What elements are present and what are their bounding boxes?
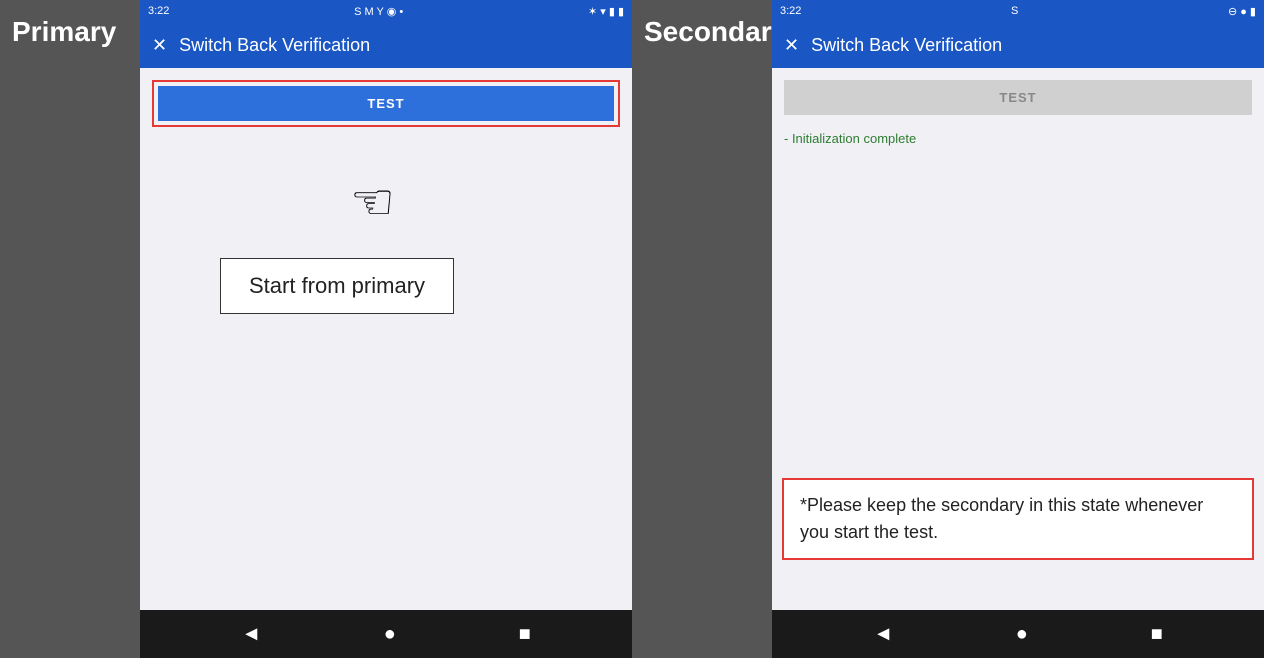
primary-status-icons-right: ✶ ▾ ▮ ▮ — [588, 5, 624, 18]
primary-content-area: TEST ☞ Start from primary — [140, 68, 632, 610]
primary-nav-back-icon[interactable]: ◄ — [241, 623, 261, 646]
primary-nav-home-icon[interactable]: ● — [384, 623, 396, 646]
primary-nav-recent-icon[interactable]: ■ — [519, 623, 531, 646]
secondary-note-box: *Please keep the secondary in this state… — [782, 478, 1254, 560]
secondary-status-icons-left: S — [1011, 5, 1018, 17]
left-panel: Primary 3:22 S M Y ◉ • ✶ ▾ ▮ ▮ ✕ Switch … — [0, 0, 632, 658]
secondary-content-area: TEST - Initialization complete *Please k… — [772, 68, 1264, 610]
secondary-close-button[interactable]: ✕ — [784, 35, 799, 56]
secondary-status-icons-right: ⊖ ● ▮ — [1228, 5, 1256, 18]
primary-nav-bar: ◄ ● ■ — [140, 610, 632, 658]
primary-app-header: ✕ Switch Back Verification — [140, 22, 632, 68]
secondary-status-time: 3:22 — [780, 5, 801, 17]
secondary-nav-back-icon[interactable]: ◄ — [873, 623, 893, 646]
init-complete-message: - Initialization complete — [784, 131, 1252, 146]
primary-status-icons-left: S M Y ◉ • — [354, 5, 403, 18]
right-panel: Secondary 3:22 S ⊖ ● ▮ ✕ Switch Back Ver… — [632, 0, 1264, 658]
secondary-label: Secondary — [644, 16, 787, 48]
start-from-primary-box: Start from primary — [220, 258, 454, 314]
secondary-nav-home-icon[interactable]: ● — [1016, 623, 1028, 646]
primary-test-button[interactable]: TEST — [158, 86, 614, 121]
primary-close-button[interactable]: ✕ — [152, 35, 167, 56]
secondary-test-button: TEST — [784, 80, 1252, 115]
secondary-nav-recent-icon[interactable]: ■ — [1151, 623, 1163, 646]
secondary-phone-frame: 3:22 S ⊖ ● ▮ ✕ Switch Back Verification … — [772, 0, 1264, 658]
secondary-nav-bar: ◄ ● ■ — [772, 610, 1264, 658]
primary-phone-frame: 3:22 S M Y ◉ • ✶ ▾ ▮ ▮ ✕ Switch Back Ver… — [140, 0, 632, 658]
secondary-app-header: ✕ Switch Back Verification — [772, 22, 1264, 68]
primary-label: Primary — [12, 16, 116, 48]
primary-status-time: 3:22 — [148, 5, 169, 17]
secondary-label-area: Secondary — [632, 0, 772, 658]
secondary-header-title: Switch Back Verification — [811, 35, 1002, 56]
cursor-hand-icon: ☞ — [350, 173, 395, 231]
primary-status-bar: 3:22 S M Y ◉ • ✶ ▾ ▮ ▮ — [140, 0, 632, 22]
secondary-status-bar: 3:22 S ⊖ ● ▮ — [772, 0, 1264, 22]
primary-header-title: Switch Back Verification — [179, 35, 370, 56]
primary-label-area: Primary — [0, 0, 140, 658]
primary-test-button-wrapper: TEST — [152, 80, 620, 127]
